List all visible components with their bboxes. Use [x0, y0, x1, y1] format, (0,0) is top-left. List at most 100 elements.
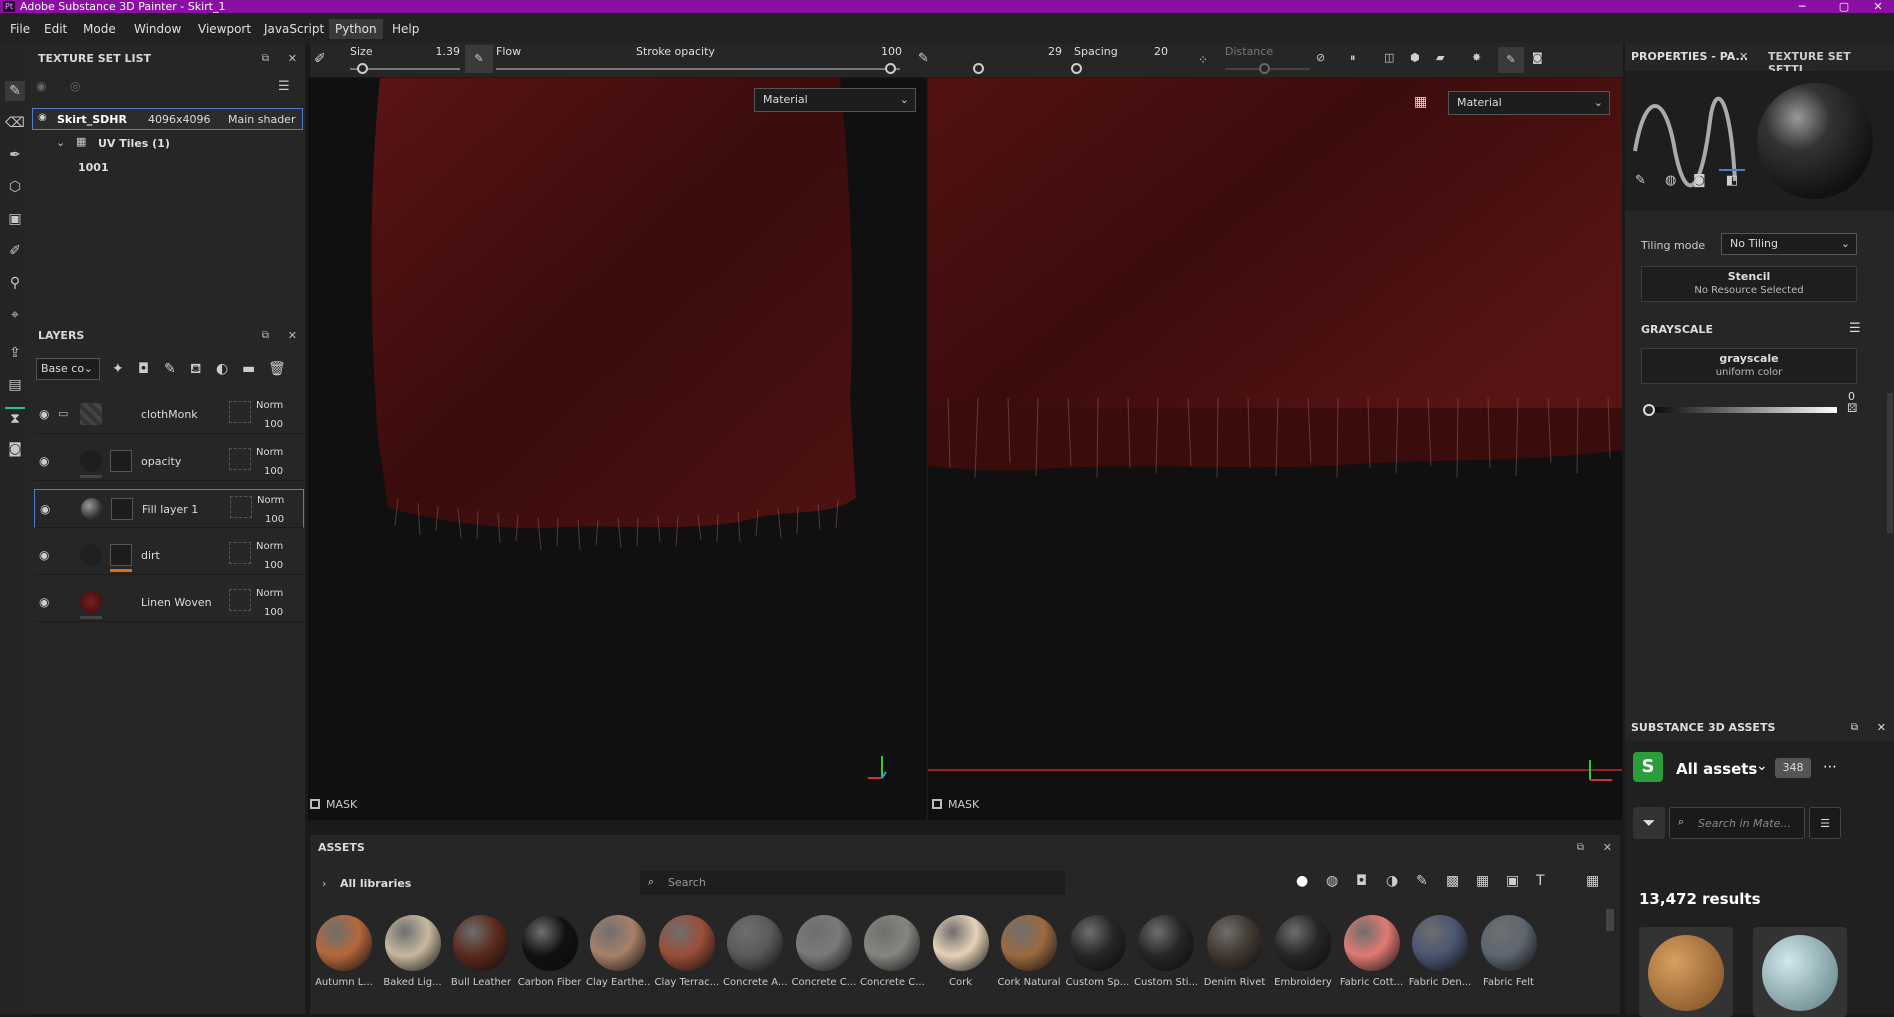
viewport-3d[interactable]: Material ⌄ MASK	[308, 78, 926, 820]
hide-ui-icon[interactable]: ⊘	[1316, 51, 1325, 64]
grayscale-slot[interactable]: grayscale uniform color	[1641, 348, 1857, 384]
eye-icon[interactable]: ◉	[38, 112, 47, 123]
eraser-icon[interactable]: ⌫	[5, 113, 25, 133]
close-panel-icon[interactable]: ✕	[1603, 835, 1612, 861]
eye-icon[interactable]: ◉	[39, 407, 49, 421]
paint-brush-icon[interactable]: ✎	[5, 81, 25, 101]
asset-item[interactable]: Autumn L...	[312, 915, 376, 988]
layer-opacity[interactable]: 100	[264, 419, 283, 430]
color-picker-icon[interactable]: ⌖	[5, 305, 25, 325]
asset-item[interactable]: Denim Rivet	[1203, 915, 1267, 988]
float-panel-icon[interactable]: ⧉	[1851, 715, 1858, 741]
flow-value[interactable]: 100	[862, 45, 902, 58]
brush-preset-icon[interactable]: ✐	[314, 51, 326, 67]
chevron-right-icon[interactable]: ›	[322, 877, 326, 890]
flow-slider-handle[interactable]	[885, 63, 896, 74]
channel-select[interactable]: Base co ⌄	[36, 358, 100, 380]
asset-item[interactable]: Clay Terrac...	[655, 915, 719, 988]
chevron-down-icon[interactable]: ⌄	[1756, 758, 1768, 774]
add-paint-layer-icon[interactable]: ✎	[164, 361, 176, 377]
menu-edit[interactable]: Edit	[38, 19, 73, 39]
eye-icon[interactable]: ◉	[39, 548, 49, 562]
eye-icon[interactable]: ◉	[39, 454, 49, 468]
smart-materials-filter-icon[interactable]: ◍	[1326, 873, 1338, 889]
polygon-fill-icon[interactable]: ▣	[5, 209, 25, 229]
blend-mode[interactable]: Norm	[256, 588, 283, 599]
channel-grid-icon[interactable]: ▦	[1414, 94, 1427, 110]
textures-filter-icon[interactable]: ▩	[1446, 873, 1459, 889]
layer-mask-slot[interactable]	[229, 542, 251, 564]
asset-item[interactable]: Fabric Cott...	[1340, 915, 1404, 988]
clone-stamp-icon[interactable]: ⚲	[5, 273, 25, 293]
add-smart-mask-icon[interactable]: ◐	[216, 361, 228, 377]
bake-icon[interactable]: ⇪	[5, 343, 25, 363]
grid-view-icon[interactable]: ▦	[1586, 873, 1599, 889]
close-icon[interactable]: ✕	[1858, 0, 1894, 13]
brushes-filter-icon[interactable]: ✎	[1416, 873, 1428, 889]
close-panel-icon[interactable]: ✕	[1877, 715, 1886, 741]
camera-capture-icon[interactable]: ◙	[5, 439, 25, 459]
grayscale-slider[interactable]	[1647, 407, 1837, 413]
assets-search-input[interactable]: ⌕ Search	[640, 871, 1065, 895]
asset-item[interactable]: Fabric Den...	[1408, 915, 1472, 988]
library-selector[interactable]: All libraries	[340, 877, 411, 890]
close-tab-icon[interactable]: ✕	[1739, 50, 1748, 63]
mask-toggle[interactable]: MASK	[932, 794, 979, 816]
visibility-icon[interactable]: ◉	[36, 79, 46, 93]
measure-icon[interactable]: ▤	[5, 375, 25, 395]
environment-icon[interactable]: ✸	[1472, 51, 1481, 64]
asset-item[interactable]: Custom Sti...	[1134, 915, 1198, 988]
scrollbar[interactable]	[1606, 909, 1614, 931]
asset-item[interactable]: Baked Lig...	[381, 915, 445, 988]
scrollbar[interactable]	[1887, 393, 1893, 533]
menu-icon[interactable]: ☰	[278, 79, 290, 94]
menu-icon[interactable]: ☰	[1849, 321, 1861, 336]
asset-item[interactable]: Cork Natural	[997, 915, 1061, 988]
viewport-2d[interactable]: ▦ Material ⌄ MASK	[928, 78, 1622, 820]
eye-icon[interactable]: ◉	[39, 595, 49, 609]
viewport-3d-mode-select[interactable]: Material ⌄	[754, 88, 916, 112]
layer-opacity[interactable]: 100	[264, 560, 283, 571]
view-split-icon[interactable]: ◫	[1384, 51, 1394, 64]
grid-filter-icon[interactable]: ▦	[1476, 873, 1489, 889]
smart-masks-filter-icon[interactable]: ◘	[1356, 873, 1367, 889]
paint-mode-icon[interactable]: ✎	[1498, 47, 1524, 73]
layer-row-selected[interactable]: ◉ Fill layer 1 Norm 100	[34, 489, 304, 528]
projection-icon[interactable]: ✒	[5, 145, 25, 165]
grayscale-channel-icon[interactable]: ◧	[1719, 169, 1745, 191]
blend-mode[interactable]: Norm	[256, 541, 283, 552]
texture-set-shader[interactable]: Main shader	[228, 113, 295, 126]
asset-item[interactable]: Fabric Felt	[1477, 915, 1541, 988]
add-folder-icon[interactable]: ▬	[242, 361, 255, 377]
close-panel-icon[interactable]: ✕	[288, 46, 297, 72]
blend-mode[interactable]: Norm	[256, 447, 283, 458]
layer-opacity[interactable]: 100	[265, 514, 284, 525]
size-value[interactable]: 1.39	[420, 45, 461, 58]
menu-mode[interactable]: Mode	[77, 19, 122, 39]
menu-file[interactable]: File	[4, 19, 36, 39]
tab-properties[interactable]: PROPERTIES - PA...	[1631, 50, 1748, 63]
sort-icon[interactable]: ☰	[1809, 807, 1841, 839]
layer-opacity[interactable]: 100	[264, 466, 283, 477]
layer-mask-slot[interactable]	[229, 448, 251, 470]
mask-toggle[interactable]: MASK	[310, 794, 357, 816]
asset-item[interactable]: Embroidery	[1271, 915, 1335, 988]
blend-mode[interactable]: Norm	[257, 495, 284, 506]
uv-tiles-label[interactable]: UV Tiles (1)	[98, 137, 170, 150]
uv-tile-1001[interactable]: 1001	[78, 161, 109, 174]
paint-channel-icon[interactable]: ✎	[1635, 173, 1646, 188]
add-fill-layer-icon[interactable]: ⛾	[190, 361, 201, 379]
minimize-icon[interactable]: ─	[1782, 0, 1822, 13]
material-channel-icon[interactable]: ◍	[1665, 173, 1676, 188]
screenshot-icon[interactable]: ◙	[1532, 51, 1543, 64]
texture-set-row[interactable]: ◉ Skirt_SDHR 4096x4096 Main shader	[32, 108, 303, 130]
asset-item[interactable]: Clay Earthe...	[586, 915, 650, 988]
menu-help[interactable]: Help	[386, 19, 425, 39]
layer-mask-slot[interactable]	[229, 401, 251, 423]
visibility-alt-icon[interactable]: ◎	[70, 79, 80, 93]
smudge-icon[interactable]: ✐	[5, 241, 25, 261]
asset-item[interactable]: Concrete C...	[792, 915, 856, 988]
geometry-fill-icon[interactable]: ⬡	[5, 177, 25, 197]
float-panel-icon[interactable]: ⧉	[1577, 835, 1584, 861]
blend-mode[interactable]: Norm	[256, 400, 283, 411]
